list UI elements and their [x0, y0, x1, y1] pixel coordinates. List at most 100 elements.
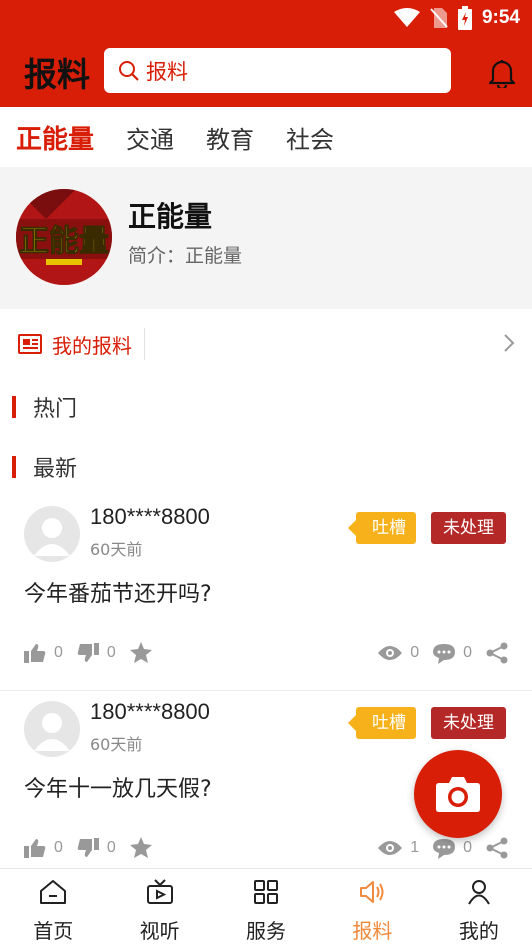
thumbs-up-icon [24, 643, 46, 663]
like-count: 0 [54, 838, 63, 856]
comment-button[interactable]: 0 [433, 643, 472, 664]
newspaper-icon [18, 334, 42, 354]
post-actions-left: 0 0 [24, 837, 166, 858]
post-time: 60天前 [90, 735, 143, 754]
thumbs-down-icon [77, 837, 99, 857]
nav-services-label: 服务 [246, 919, 287, 943]
home-icon [40, 880, 67, 904]
post-actions-right: 0 0 [364, 642, 508, 664]
nav-services[interactable]: 服务 [213, 869, 319, 952]
grid-icon [254, 880, 279, 904]
search-placeholder: 报料 [146, 59, 188, 84]
status-bar: 9:54 [0, 0, 532, 36]
channel-card: 正能量 正能量 简介：正能量 [0, 167, 532, 309]
tab-education[interactable]: 教育 [206, 120, 254, 155]
tv-icon [146, 879, 173, 904]
nav-media-label: 视听 [139, 919, 180, 943]
share-button[interactable] [486, 642, 508, 664]
channel-logo-text: 正能量 [19, 224, 109, 259]
comment-icon [433, 838, 456, 859]
chevron-right-icon [504, 334, 515, 352]
section-marker [12, 396, 16, 418]
app-bar: 报料 报料 [0, 36, 532, 107]
star-icon [129, 642, 152, 663]
avatar[interactable] [24, 701, 80, 757]
post-content: 今年番茄节还开吗? [24, 582, 212, 607]
speaker-icon [360, 881, 384, 903]
search-icon [119, 60, 139, 81]
camera-icon [436, 777, 480, 812]
view-count-item: 0 [378, 644, 419, 662]
bell-icon [488, 60, 516, 91]
eye-icon [378, 841, 403, 855]
nav-mine[interactable]: 我的 [426, 869, 532, 952]
post-author: 180****8800 [90, 504, 210, 529]
nav-report[interactable]: 报料 [319, 869, 425, 952]
dislike-count: 0 [106, 643, 116, 661]
battery-icon [457, 6, 472, 30]
view-count: 1 [410, 839, 420, 856]
divider [144, 328, 145, 360]
like-button[interactable]: 0 [24, 643, 63, 663]
notification-button[interactable] [488, 58, 516, 92]
thumbs-down-icon [77, 642, 99, 662]
comment-count: 0 [463, 644, 472, 661]
my-report-row[interactable]: 我的报料 [0, 322, 532, 366]
tab-positive-energy[interactable]: 正能量 [16, 119, 94, 156]
dislike-count: 0 [106, 838, 116, 856]
like-button[interactable]: 0 [24, 838, 63, 858]
post-actions-right: 1 0 [364, 837, 508, 859]
channel-description: 简介：正能量 [128, 245, 243, 267]
comment-count: 0 [463, 839, 472, 856]
status-badge: 未处理 [431, 512, 506, 544]
tab-traffic[interactable]: 交通 [126, 120, 174, 155]
category-badge: 吐槽 [348, 512, 416, 544]
post-content: 今年十一放几天假? [24, 777, 212, 802]
no-sim-icon [430, 8, 448, 28]
page-title: 报料 [24, 55, 90, 94]
nav-home-label: 首页 [33, 919, 74, 943]
search-input[interactable]: 报料 [104, 48, 451, 93]
user-icon [467, 880, 490, 905]
post-author: 180****8800 [90, 699, 210, 724]
view-count: 0 [410, 644, 420, 661]
post-actions-left: 0 0 [24, 642, 166, 663]
favorite-button[interactable] [129, 837, 152, 858]
status-time: 9:54 [481, 7, 520, 28]
bottom-nav: 首页 视听 服务 报料 我的 [0, 868, 532, 952]
section-latest-label: 最新 [33, 457, 78, 482]
category-badge: 吐槽 [348, 707, 416, 739]
dislike-button[interactable]: 0 [77, 642, 116, 663]
channel-logo: 正能量 [16, 189, 112, 285]
comment-button[interactable]: 0 [433, 838, 472, 859]
status-icons: 9:54 [393, 6, 520, 30]
section-marker [12, 456, 16, 478]
dislike-button[interactable]: 0 [77, 837, 116, 858]
view-count-item: 1 [378, 839, 419, 857]
thumbs-up-icon [24, 838, 46, 858]
eye-icon [378, 646, 403, 660]
star-icon [129, 837, 152, 858]
like-count: 0 [54, 643, 63, 661]
status-badge: 未处理 [431, 707, 506, 739]
wifi-icon [393, 8, 420, 27]
camera-report-button[interactable] [414, 750, 502, 838]
section-hot-label: 热门 [33, 397, 78, 422]
favorite-button[interactable] [129, 642, 152, 663]
list-item[interactable]: 180****8800 60天前 吐槽 未处理 今年番茄节还开吗? 0 0 0 … [0, 498, 532, 688]
comment-icon [433, 643, 456, 664]
nav-report-label: 报料 [352, 919, 393, 943]
share-icon [486, 837, 508, 859]
nav-media[interactable]: 视听 [106, 869, 212, 952]
divider [0, 690, 532, 691]
avatar[interactable] [24, 506, 80, 562]
nav-home[interactable]: 首页 [0, 869, 106, 952]
share-icon [486, 642, 508, 664]
share-button[interactable] [486, 837, 508, 859]
tab-society[interactable]: 社会 [286, 120, 334, 155]
category-tabs: 正能量 交通 教育 社会 [0, 107, 532, 167]
post-time: 60天前 [90, 540, 143, 559]
channel-name: 正能量 [128, 200, 213, 233]
section-hot: 热门 [0, 387, 532, 427]
section-latest: 最新 [0, 447, 532, 487]
